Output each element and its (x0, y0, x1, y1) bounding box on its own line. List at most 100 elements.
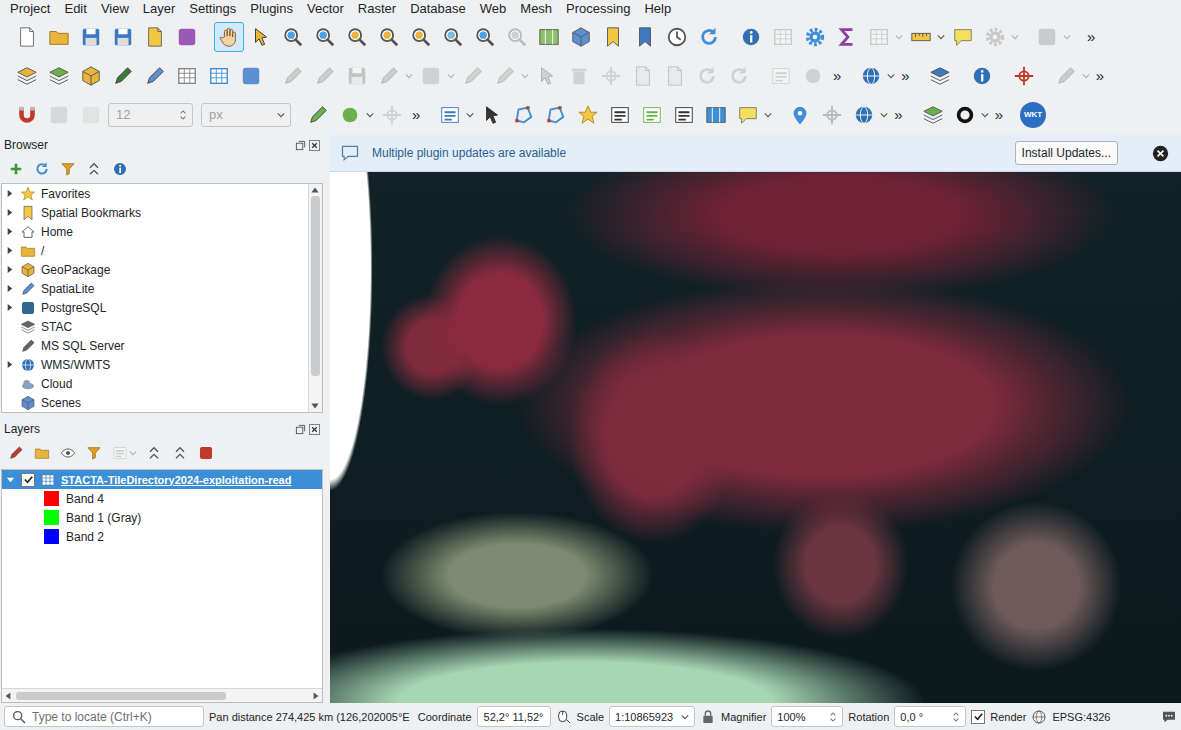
size-spinbox[interactable]: 12 (108, 103, 193, 127)
toolbar-button[interactable] (785, 100, 815, 130)
close-icon[interactable] (309, 140, 320, 151)
toolbar-button[interactable] (948, 22, 978, 52)
toolbar-button[interactable] (817, 100, 847, 130)
menu-item[interactable]: Settings (182, 1, 243, 17)
browser-item[interactable]: Scenes (2, 393, 308, 412)
toolbar-button[interactable] (630, 22, 660, 52)
scroll-thumb[interactable] (311, 196, 320, 376)
expander[interactable] (5, 341, 15, 351)
split-dropdown[interactable] (446, 73, 456, 79)
scroll-left-icon[interactable] (2, 690, 14, 702)
split-dropdown[interactable] (894, 34, 904, 40)
expander[interactable] (5, 398, 15, 408)
browser-item[interactable]: GeoPackage (2, 260, 308, 279)
split-dropdown[interactable] (365, 112, 375, 118)
menu-item[interactable]: Web (473, 1, 514, 17)
toolbar-button[interactable] (573, 100, 603, 130)
dock-splitter[interactable] (0, 413, 325, 419)
overflow-button[interactable]: » (830, 67, 844, 84)
toolbar-button[interactable] (856, 61, 886, 91)
toolbar-button[interactable] (768, 22, 798, 52)
toolbar-button[interactable] (140, 61, 170, 91)
menu-item[interactable]: Help (637, 1, 678, 17)
browser-item[interactable]: Cloud (2, 374, 308, 393)
split-dropdown[interactable] (404, 73, 414, 79)
toolbar-button[interactable] (864, 22, 894, 52)
toolbar-button[interactable] (701, 100, 731, 130)
toolbar-button[interactable] (76, 22, 106, 52)
locator-field[interactable]: Type to locate (Ctrl+K) (4, 706, 204, 727)
toolbar-button[interactable] (798, 61, 828, 91)
split-dropdown[interactable] (763, 112, 773, 118)
toolbar-button[interactable] (918, 100, 948, 130)
toolbar-button[interactable] (377, 100, 407, 130)
menu-item[interactable]: View (94, 1, 136, 17)
menu-item[interactable]: Database (403, 1, 473, 17)
menu-item[interactable]: Raster (351, 1, 403, 17)
expander[interactable] (5, 208, 15, 218)
browser-tool-button[interactable] (7, 160, 25, 178)
coordinate-toggle-icon[interactable] (556, 709, 572, 725)
browser-tool-button[interactable] (33, 160, 51, 178)
toolbar-button[interactable] (800, 22, 830, 52)
expander[interactable] (5, 303, 15, 313)
toolbar-button[interactable] (490, 61, 520, 91)
toolbar-button[interactable] (12, 100, 42, 130)
toolbar-button[interactable] (108, 61, 138, 91)
render-checkbox[interactable] (971, 710, 985, 724)
split-dropdown[interactable] (129, 450, 137, 456)
layers-tool-button[interactable] (85, 444, 103, 462)
close-icon[interactable] (1152, 145, 1169, 162)
toolbar-button[interactable] (477, 100, 507, 130)
toolbar-button[interactable] (204, 61, 234, 91)
browser-item[interactable]: SpatiaLite (2, 279, 308, 298)
float-icon[interactable] (295, 424, 306, 435)
toolbar-button[interactable] (736, 22, 766, 52)
toolbar-button[interactable] (278, 61, 308, 91)
overflow-button[interactable]: » (1084, 28, 1098, 45)
toolbar-button[interactable] (76, 100, 106, 130)
toolbar-button[interactable] (76, 61, 106, 91)
crs-button[interactable]: EPSG:4326 (1052, 711, 1110, 723)
toolbar-button[interactable] (950, 100, 980, 130)
toolbar-button[interactable] (438, 22, 468, 52)
browser-tool-button[interactable] (59, 160, 77, 178)
browser-item[interactable]: WMS/WMTS (2, 355, 308, 374)
toolbar-button[interactable] (44, 61, 74, 91)
vertical-scrollbar[interactable] (308, 184, 322, 412)
toolbar-button[interactable] (236, 61, 266, 91)
toolbar-button[interactable] (669, 100, 699, 130)
expander[interactable] (5, 265, 15, 275)
toolbar-button[interactable] (342, 22, 372, 52)
toolbar-button[interactable] (566, 22, 596, 52)
toolbar-button[interactable] (849, 100, 879, 130)
toolbar-button[interactable] (140, 22, 170, 52)
toolbar-button[interactable] (470, 22, 500, 52)
split-dropdown[interactable] (1081, 73, 1091, 79)
split-dropdown[interactable] (1062, 34, 1072, 40)
scroll-up-icon[interactable] (309, 184, 321, 196)
toolbar-button[interactable] (303, 100, 333, 130)
overflow-button[interactable]: » (1093, 67, 1107, 84)
toolbar-button[interactable] (532, 61, 562, 91)
toolbar-button[interactable] (832, 22, 862, 52)
toolbar-button[interactable] (435, 100, 465, 130)
overflow-button[interactable]: » (891, 106, 905, 123)
expander[interactable] (5, 360, 15, 370)
menu-item[interactable]: Layer (136, 1, 183, 17)
toolbar-button[interactable] (44, 100, 74, 130)
menu-item[interactable]: Vector (300, 1, 351, 17)
toolbar-button[interactable] (406, 22, 436, 52)
toolbar-button[interactable] (980, 22, 1010, 52)
toolbar-button[interactable] (534, 22, 564, 52)
float-icon[interactable] (295, 140, 306, 151)
browser-item[interactable]: Favorites (2, 184, 308, 203)
split-dropdown[interactable] (520, 73, 530, 79)
close-icon[interactable] (309, 424, 320, 435)
scale-select[interactable]: 1:10865923 (609, 706, 695, 727)
toolbar-button[interactable] (1032, 22, 1062, 52)
coordinate-field[interactable]: 52,2° 11,52° (477, 706, 551, 727)
menu-item[interactable]: Project (3, 1, 57, 17)
magnifier-spinbox[interactable]: 100% (771, 706, 843, 727)
split-dropdown[interactable] (886, 73, 896, 79)
